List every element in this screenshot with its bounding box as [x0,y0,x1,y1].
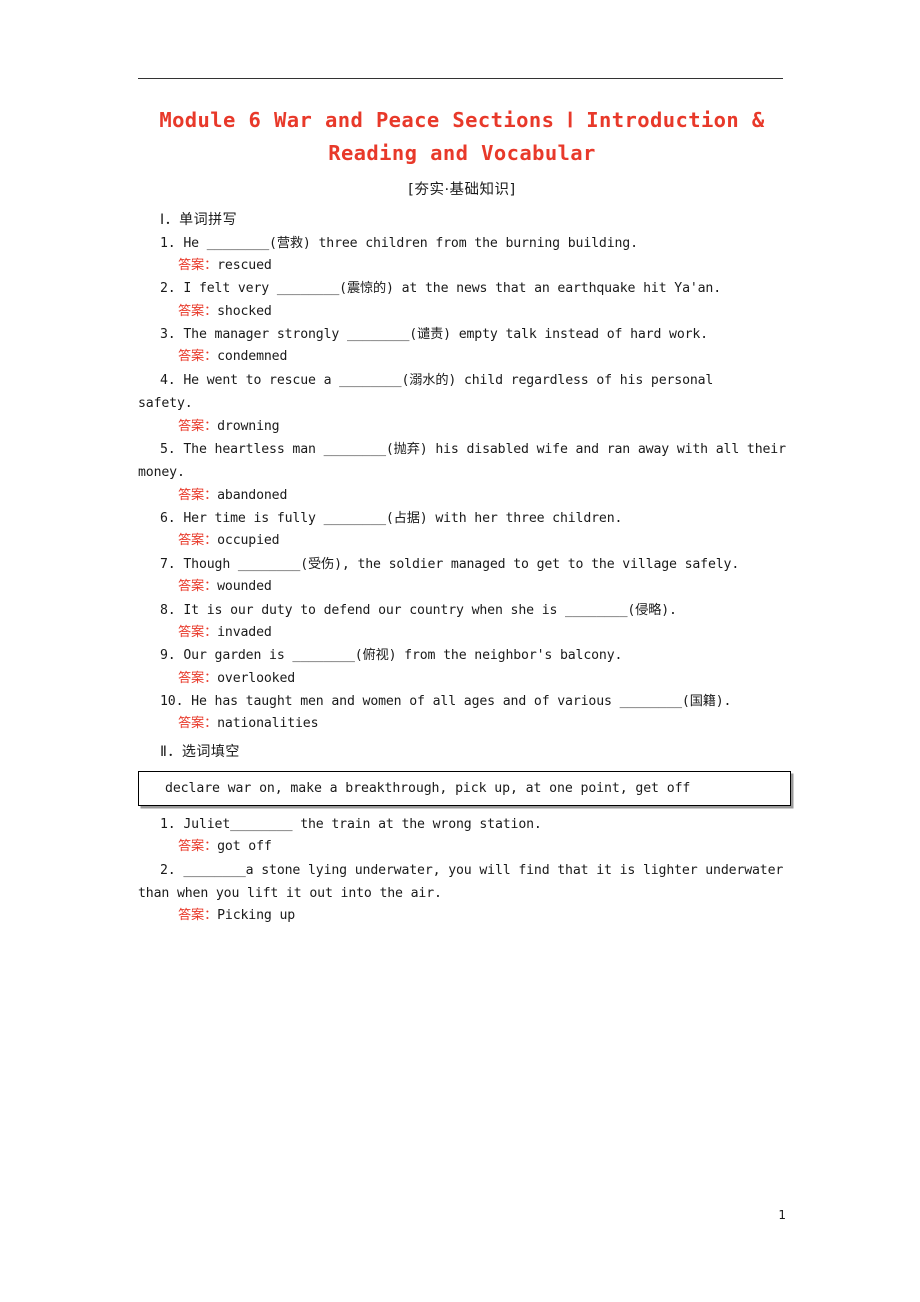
answer-item: 答案：wounded [138,576,786,597]
answer-value: rescued [217,257,272,273]
answer-item: 答案：condemned [138,346,786,367]
answer-value: drowning [217,418,280,434]
answer-item: 答案：occupied [138,530,786,551]
answer-item: 答案：shocked [138,301,786,322]
answer-value: got off [217,839,272,855]
word-bank-box: declare war on, make a breakthrough, pic… [138,770,791,806]
answer-label: 答案： [178,839,218,855]
question-item: 8. It is our duty to defend our country … [160,602,677,618]
answer-item: 答案：drowning [138,416,786,437]
answer-item: 答案：abandoned [138,485,786,506]
answer-value: occupied [217,533,280,549]
answer-value: Picking up [217,908,296,924]
answer-item: 答案：got off [138,836,786,857]
answer-label: 答案： [178,487,218,503]
answer-item: 答案：Picking up [138,905,786,926]
question-item: 1. Juliet________ the train at the wrong… [160,816,542,832]
answer-label: 答案： [178,303,218,319]
section-heading-1: Ⅰ．单词拼写 [160,211,238,228]
answer-value: nationalities [217,716,319,732]
document-page: Module 6 War and Peace Sections Ⅰ Introd… [0,0,920,1302]
answer-label: 答案： [178,579,218,595]
question-item: 10. He has taught men and women of all a… [160,694,732,710]
answer-label: 答案： [178,624,218,640]
answer-item: 答案：invaded [138,622,786,643]
header-divider [138,78,783,79]
answer-value: condemned [217,349,288,365]
question-item-continuation: than when you lift it out into the air. [138,885,442,901]
question-item: 4. He went to rescue a ________(溺水的) chi… [160,372,714,388]
section-heading-2: Ⅱ．选词填空 [160,743,240,760]
answer-value: wounded [217,579,272,595]
question-item: 2. I felt very ________(震惊的) at the news… [160,281,722,297]
question-item: 7. Though ________(受伤), the soldier mana… [160,556,740,572]
question-item: 6. Her time is fully ________(占据) with h… [160,511,623,527]
answer-label: 答案： [178,716,218,732]
answer-label: 答案： [178,257,218,273]
document-content: Module 6 War and Peace Sections Ⅰ Introd… [138,104,791,928]
answer-value: shocked [217,303,272,319]
answer-value: overlooked [217,670,296,686]
answer-value: invaded [217,624,272,640]
answer-item: 答案：nationalities [138,713,786,734]
answer-label: 答案： [178,418,218,434]
answer-label: 答案： [178,533,218,549]
page-title: Module 6 War and Peace Sections Ⅰ Introd… [159,108,765,165]
question-item: 1. He ________(营救) three children from t… [160,235,638,251]
answer-label: 答案： [178,349,218,365]
question-item-continuation: safety. [138,396,193,412]
answer-label: 答案： [178,670,218,686]
question-item: 5. The heartless man ________(抛弃) his di… [160,441,786,457]
answer-label: 答案： [178,908,218,924]
answer-value: abandoned [217,487,288,503]
question-item: 9. Our garden is ________(俯视) from the n… [160,648,623,664]
question-item: 2. ________a stone lying underwater, you… [160,862,784,878]
answer-item: 答案：rescued [138,255,786,276]
section-subtitle: [夯实·基础知识] [408,181,516,198]
question-item-continuation: money. [138,465,185,481]
page-number: 1 [778,1208,786,1222]
answer-item: 答案：overlooked [138,668,786,689]
question-item: 3. The manager strongly ________(谴责) emp… [160,327,708,343]
